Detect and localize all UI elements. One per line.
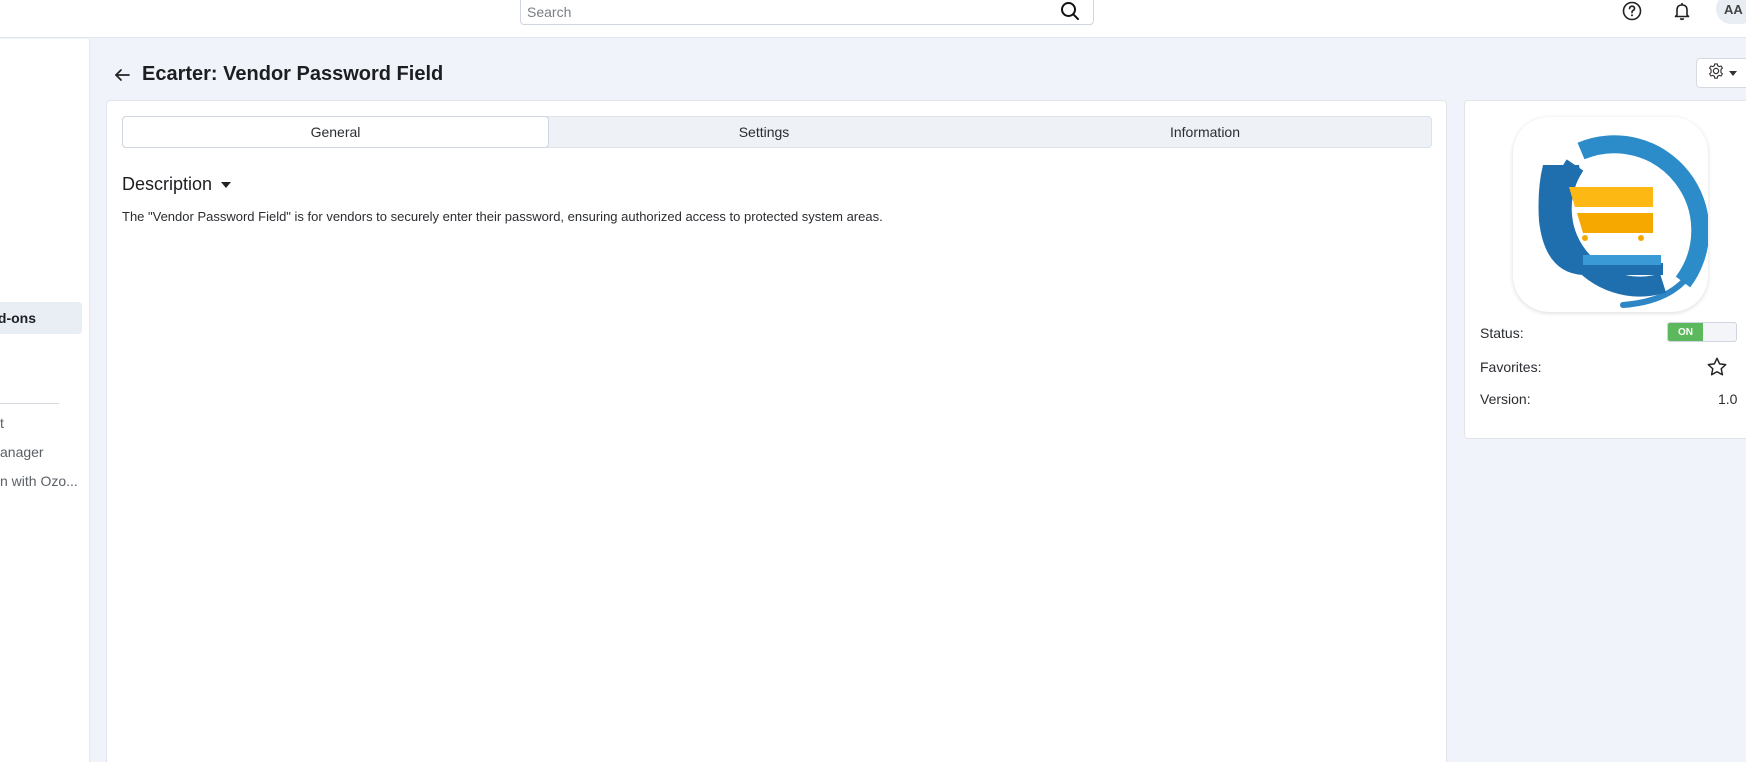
top-bar: AA	[0, 0, 1746, 38]
back-arrow-icon[interactable]	[110, 64, 134, 86]
sidebar-item-label: anager	[0, 444, 44, 460]
sidebar-divider	[0, 403, 59, 404]
addon-info-card: Status: ON Favorites: Version: 1.0	[1464, 100, 1746, 439]
bell-icon[interactable]	[1671, 0, 1693, 22]
gear-icon	[1707, 62, 1725, 85]
settings-dropdown-button[interactable]	[1696, 58, 1746, 88]
tab-general[interactable]: General	[122, 116, 549, 148]
status-toggle-on: ON	[1668, 323, 1703, 341]
description-toggle[interactable]: Description	[122, 174, 232, 195]
caret-down-icon	[1729, 64, 1737, 82]
star-icon[interactable]	[1705, 355, 1729, 379]
sidebar-item[interactable]: anager	[0, 444, 86, 464]
avatar[interactable]: AA	[1716, 0, 1746, 24]
tab-information[interactable]: Information	[979, 117, 1431, 147]
section-title: Description	[122, 174, 213, 194]
sidebar-item-label: t	[0, 415, 4, 431]
caret-down-icon	[220, 176, 232, 194]
sidebar-item-label: dd-ons	[0, 310, 36, 326]
sidebar-item-label: n with Ozo...	[0, 473, 78, 489]
tab-bar: General Settings Information	[122, 116, 1432, 148]
search-input[interactable]	[527, 3, 1047, 21]
main-card: General Settings Information Description…	[106, 100, 1447, 762]
search-icon[interactable]	[1059, 0, 1081, 22]
addon-logo	[1513, 117, 1710, 312]
description-text: The "Vendor Password Field" is for vendo…	[122, 209, 883, 224]
sidebar-item[interactable]: n with Ozo...	[0, 473, 86, 493]
sidebar: dd-ons t anager n with Ozo...	[0, 39, 90, 762]
version-value: 1.0	[1718, 391, 1738, 407]
help-icon[interactable]	[1621, 0, 1643, 22]
status-toggle[interactable]: ON	[1667, 322, 1737, 342]
favorites-label: Favorites:	[1480, 359, 1542, 375]
status-label: Status:	[1480, 325, 1524, 341]
search-box	[520, 0, 1094, 25]
page-title: Ecarter: Vendor Password Field	[142, 63, 444, 85]
version-label: Version:	[1480, 391, 1531, 407]
sidebar-item[interactable]: t	[0, 415, 86, 435]
sidebar-item-add-ons[interactable]: dd-ons	[0, 302, 82, 334]
tab-settings[interactable]: Settings	[549, 117, 979, 147]
